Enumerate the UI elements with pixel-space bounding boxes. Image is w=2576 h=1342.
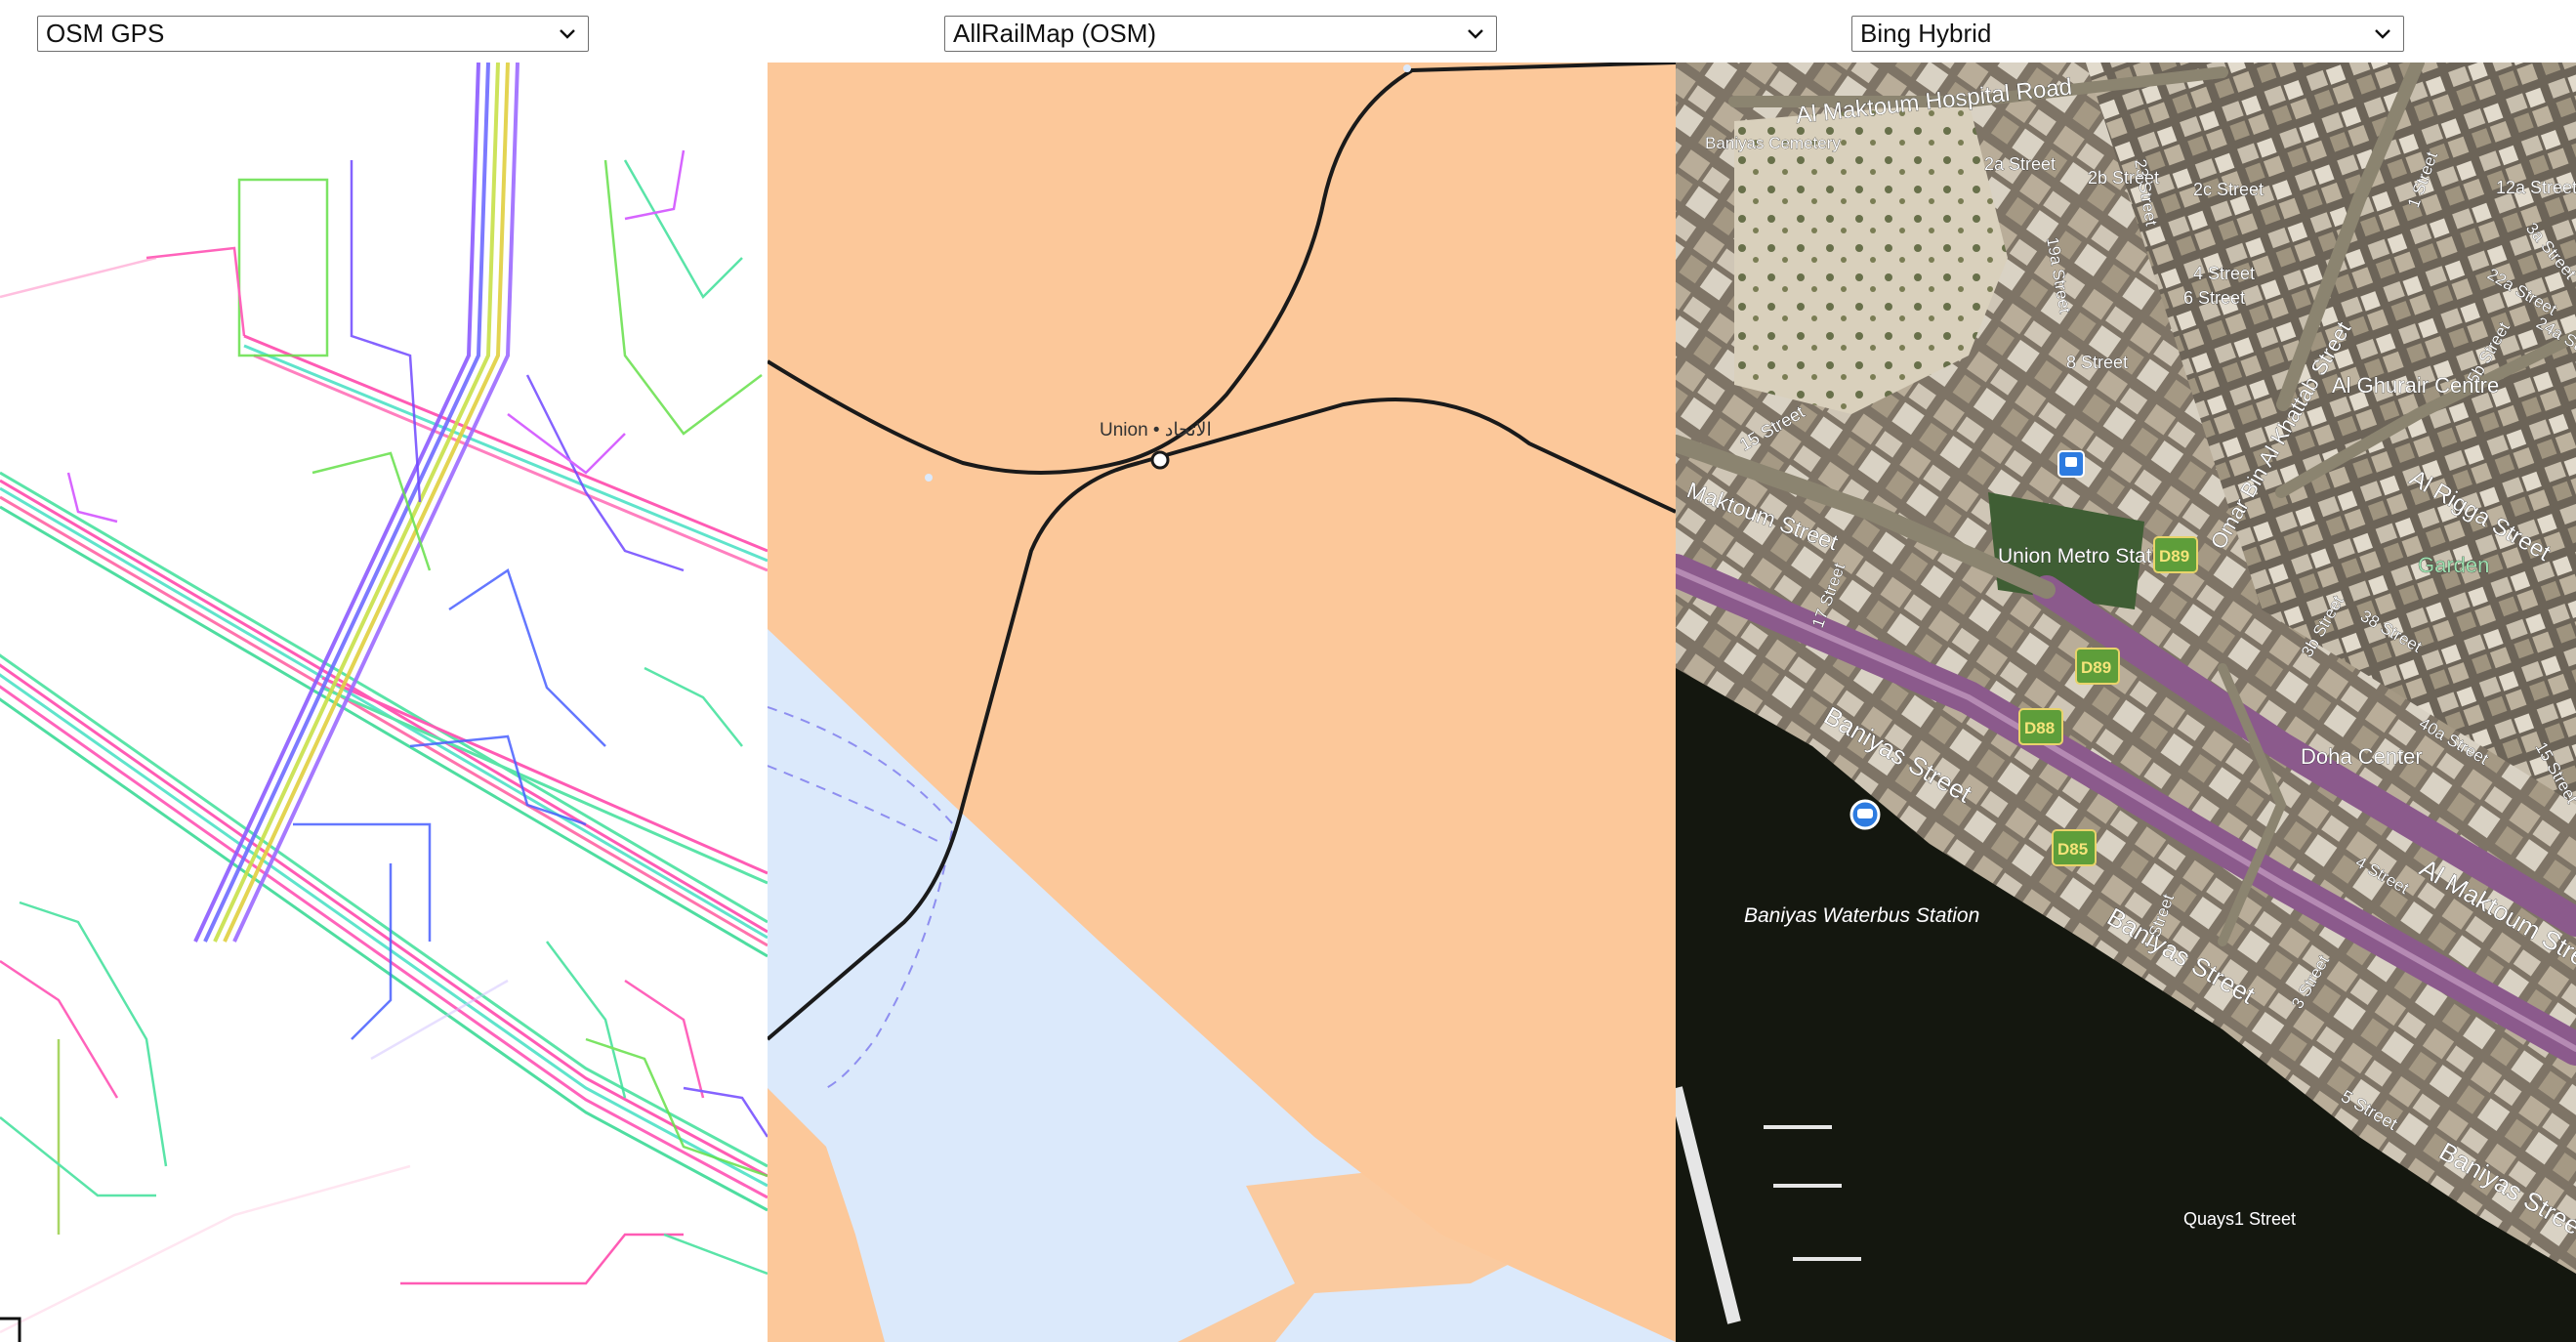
label-street-4: 4 Street [2193, 264, 2255, 283]
route-shield-d85: D85 [2052, 829, 2097, 866]
layer-select-middle[interactable]: AllRailMap (OSM) [944, 16, 1497, 52]
layer-select-left[interactable]: OSM GPS [37, 16, 589, 52]
label-garden: Garden [2418, 553, 2489, 577]
label-al-ghurair: Al Ghurair Centre [2332, 373, 2499, 398]
layer-select-right[interactable]: Bing Hybrid [1851, 16, 2404, 52]
union-station-label: Union • الاتحاد [1100, 420, 1212, 440]
route-shield-d88: D88 [2018, 708, 2063, 745]
route-shield-d89-b: D89 [2075, 648, 2120, 685]
layer-select-middle-value: AllRailMap (OSM) [953, 19, 1157, 48]
svg-text:D85: D85 [2057, 840, 2088, 859]
svg-text:D89: D89 [2159, 547, 2189, 566]
svg-text:D89: D89 [2081, 658, 2111, 677]
rail-map[interactable]: Union • الاتحاد [768, 63, 1676, 1342]
label-baniyas-waterbus: Baniyas Waterbus Station [1744, 904, 1979, 927]
label-street-6: 6 Street [2183, 288, 2245, 308]
layer-select-right-value: Bing Hybrid [1860, 19, 1992, 48]
union-station-marker[interactable] [1150, 450, 1170, 470]
chevron-down-icon [1468, 29, 1483, 39]
label-quays: Quays1 Street [2183, 1209, 2296, 1229]
label-street-2c: 2c Street [2193, 180, 2264, 199]
rail-map-layer: Union • الاتحاد [768, 63, 1676, 1342]
label-union-metro-station: Union Metro Station [1998, 545, 2180, 567]
label-street-12a: 12a Street [2496, 178, 2576, 197]
layer-select-left-value: OSM GPS [46, 19, 165, 48]
gps-traces-map[interactable] [0, 63, 768, 1342]
label-street-8: 8 Street [2066, 353, 2128, 372]
waterbus-station-icon[interactable] [1849, 799, 1881, 830]
bing-hybrid-map[interactable]: Al Maktoum Hospital Road Baniyas Cemeter… [1676, 63, 2576, 1342]
metro-station-icon[interactable] [2057, 450, 2085, 478]
svg-text:D88: D88 [2024, 719, 2055, 737]
label-cemetery: Baniyas Cemetery [1705, 134, 1841, 152]
chevron-down-icon [560, 29, 575, 39]
gps-traces-layer [0, 63, 768, 1342]
label-doha-center: Doha Center [2301, 744, 2423, 769]
metro-line-red [768, 63, 1676, 475]
route-shield-d89-a: D89 [2153, 536, 2198, 573]
bing-hybrid-layer: Al Maktoum Hospital Road Baniyas Cemeter… [1676, 63, 2576, 1342]
label-street-2a: 2a Street [1984, 154, 2056, 174]
chevron-down-icon [2375, 29, 2390, 39]
